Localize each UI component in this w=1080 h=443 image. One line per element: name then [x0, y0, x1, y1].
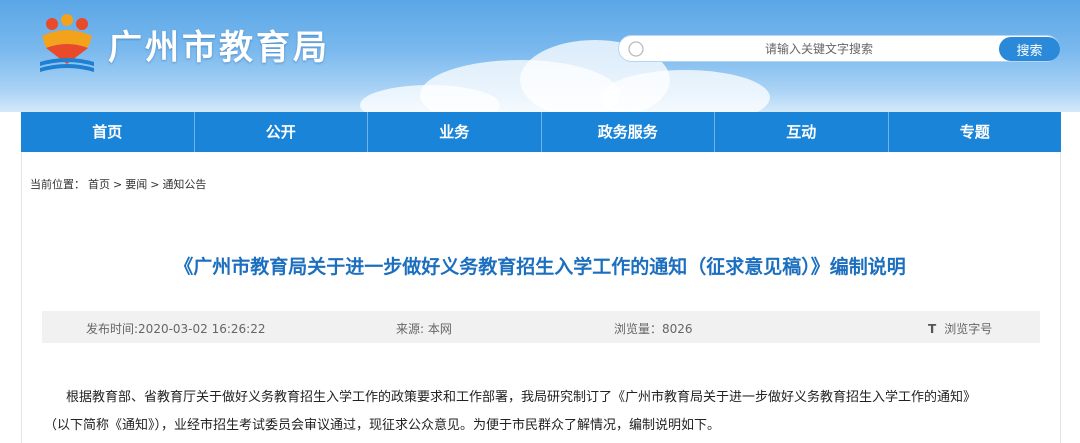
header-banner: 广州市教育局 搜索 — [0, 0, 1080, 112]
article-source: 来源: 本网 — [396, 322, 452, 336]
breadcrumb-separator: > — [150, 178, 160, 191]
breadcrumb-link-news[interactable]: 要闻 — [125, 178, 147, 191]
publish-time: 发布时间:2020-03-02 16:26:22 — [86, 322, 266, 336]
breadcrumb: 当前位置： 首页 > 要闻 > 通知公告 — [30, 176, 209, 192]
breadcrumb-link-home[interactable]: 首页 — [88, 178, 110, 191]
search-button[interactable]: 搜索 — [999, 37, 1060, 61]
article-paragraph-line: （以下简称《通知》），业经市招生考试委员会审议通过，现征求公众意见。为便于市民群… — [44, 418, 721, 433]
breadcrumb-separator: > — [113, 178, 123, 191]
nav-item-interaction[interactable]: 互动 — [715, 112, 889, 152]
search-icon — [628, 41, 644, 57]
site-title[interactable]: 广州市教育局 — [108, 20, 330, 69]
breadcrumb-prefix: 当前位置： — [30, 178, 85, 191]
nav-item-public[interactable]: 公开 — [195, 112, 368, 152]
nav-item-home[interactable]: 首页 — [21, 112, 195, 152]
font-size-toggle[interactable]: T 浏览字号 — [928, 320, 992, 337]
search-box: 搜索 — [618, 35, 1060, 62]
article-paragraph-line: 根据教育部、省教育厅关于做好义务教育招生入学工作的政策要求和工作部署，我局研究制… — [66, 390, 977, 405]
nav-item-business[interactable]: 业务 — [368, 112, 542, 152]
nav-item-services[interactable]: 政务服务 — [542, 112, 715, 152]
nav-item-topics[interactable]: 专题 — [889, 112, 1062, 152]
article-meta-bar: 发布时间:2020-03-02 16:26:22 来源: 本网 浏览量：8026… — [42, 311, 1040, 343]
text-size-icon: T — [928, 322, 937, 336]
education-bureau-logo[interactable] — [36, 14, 98, 76]
font-size-label: 浏览字号 — [944, 322, 993, 336]
breadcrumb-link-notices[interactable]: 通知公告 — [162, 178, 206, 191]
article-title: 《广州市教育局关于进一步做好义务教育招生入学工作的通知（征求意见稿）》编制说明 — [174, 256, 906, 278]
search-input[interactable] — [649, 36, 989, 61]
main-nav: 首页 公开 业务 政务服务 互动 专题 — [21, 112, 1061, 152]
view-count: 浏览量：8026 — [614, 322, 693, 336]
